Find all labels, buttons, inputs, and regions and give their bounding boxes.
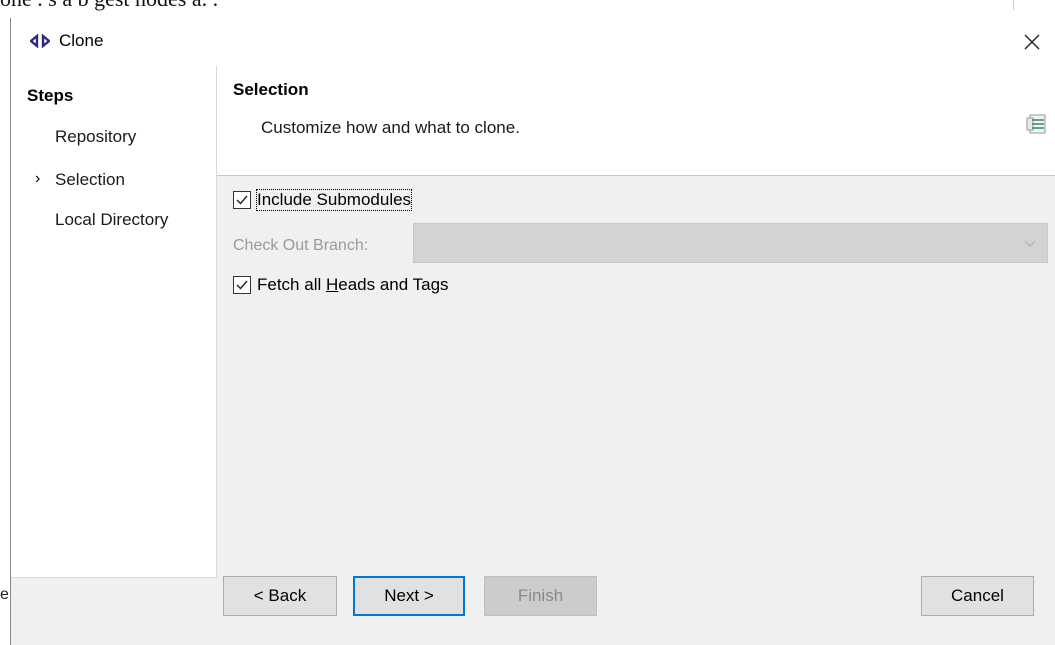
title-bar: Clone <box>11 18 1055 66</box>
window-title: Clone <box>59 31 104 50</box>
wizard-banner-icon <box>1026 114 1046 134</box>
checkmark-icon <box>236 195 248 205</box>
page-title: Selection <box>233 80 309 99</box>
close-button[interactable] <box>1009 18 1055 66</box>
fetch-all-label-pre: Fetch all <box>257 275 326 294</box>
step-selection[interactable]: Selection <box>55 170 125 190</box>
page-header: Selection Customize how and what to clon… <box>217 66 1055 176</box>
chevron-down-icon <box>1024 240 1036 247</box>
background-edge-text: e <box>0 586 9 603</box>
back-button[interactable]: < Back <box>223 576 337 616</box>
fetch-all-label: Fetch all Heads and Tags <box>257 275 449 295</box>
current-step-marker-icon: › <box>35 170 41 187</box>
step-local-directory[interactable]: Local Directory <box>55 210 168 230</box>
checkmark-icon <box>236 280 248 290</box>
step-repository[interactable]: Repository <box>55 127 136 147</box>
fetch-all-label-mnemonic: H <box>325 275 339 294</box>
eclipse-clone-icon <box>30 34 50 48</box>
selection-form: Include Submodules Check Out Branch: Fet… <box>217 176 1055 578</box>
background-text: one . s a b gest nodes a. . <box>0 0 218 12</box>
close-icon <box>1024 34 1040 50</box>
fetch-all-label-post: eads and Tags <box>338 275 449 294</box>
background-scrollbar <box>1013 0 1025 10</box>
steps-pane: Steps › Repository Selection Local Direc… <box>11 66 217 578</box>
include-submodules-option[interactable]: Include Submodules <box>233 189 413 211</box>
fetch-all-option[interactable]: Fetch all Heads and Tags <box>233 275 449 295</box>
clone-dialog: Clone Steps › Repository Selection Local… <box>10 18 1055 645</box>
include-submodules-checkbox[interactable] <box>233 191 251 209</box>
steps-heading: Steps <box>27 86 74 105</box>
checkout-branch-label: Check Out Branch: <box>233 237 369 254</box>
checkout-branch-select[interactable] <box>413 223 1048 263</box>
cancel-button[interactable]: Cancel <box>921 576 1034 616</box>
finish-button[interactable]: Finish <box>484 576 597 616</box>
fetch-all-checkbox[interactable] <box>233 276 251 294</box>
include-submodules-label: Include Submodules <box>255 189 413 211</box>
next-button[interactable]: Next > <box>353 576 465 616</box>
page-description: Customize how and what to clone. <box>261 118 520 137</box>
